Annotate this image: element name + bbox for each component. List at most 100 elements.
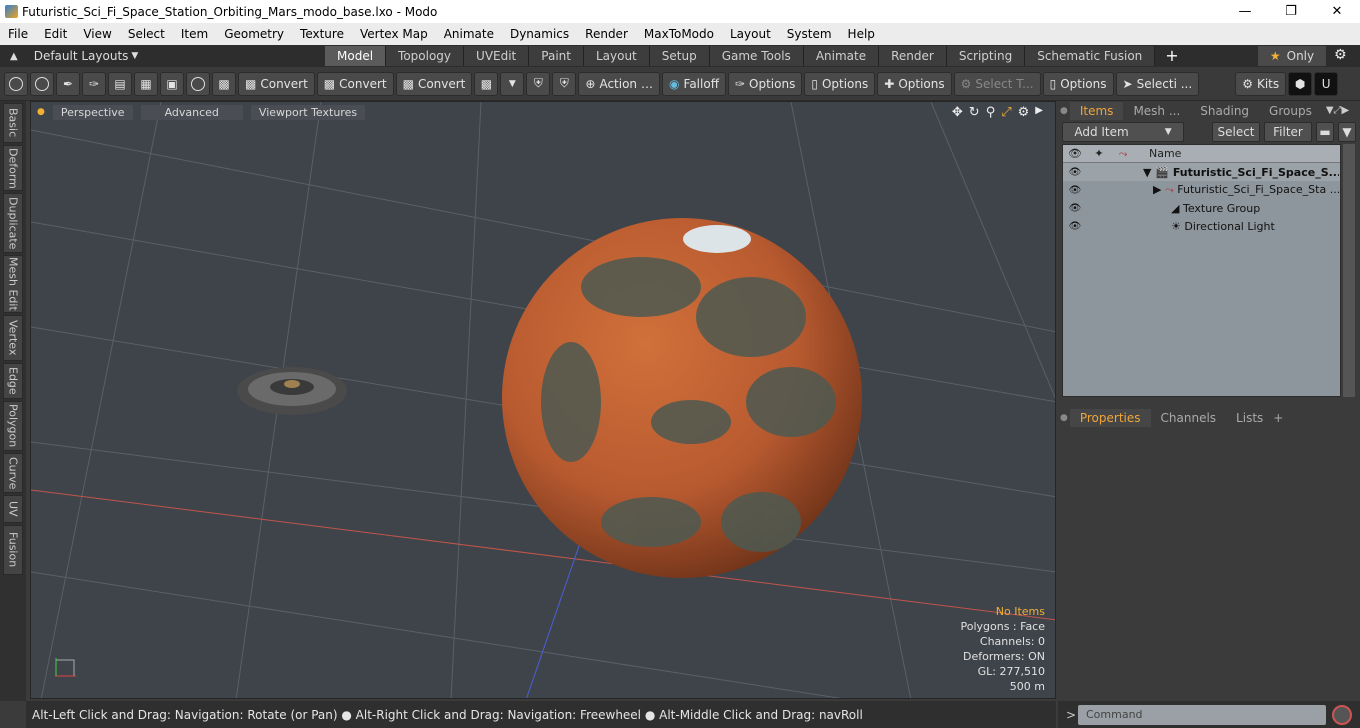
menu-dynamics[interactable]: Dynamics [502, 27, 577, 41]
eye-icon[interactable]: 👁 [1063, 221, 1087, 232]
item-list-scrollbar[interactable] [1343, 144, 1355, 397]
gear-icon[interactable]: ⚙ [1018, 105, 1030, 120]
list-item[interactable]: 👁 ▶ ⤳ Futuristic_Sci_Fi_Space_Sta ... [1063, 181, 1340, 199]
vtab-fusion[interactable]: Fusion [3, 525, 23, 575]
vtab-deform[interactable]: Deform [3, 145, 23, 191]
eye-icon[interactable]: 👁 [1063, 167, 1087, 178]
vtab-basic[interactable]: Basic [3, 103, 23, 143]
tab-shading[interactable]: Shading [1190, 102, 1259, 120]
menu-help[interactable]: Help [840, 27, 883, 41]
tab-lists[interactable]: Lists [1226, 409, 1273, 427]
select-button[interactable]: Select [1212, 122, 1260, 142]
list-item[interactable]: 👁 ◢ Texture Group [1063, 199, 1340, 217]
advanced-button[interactable]: Advanced [140, 104, 243, 120]
vertex-mode-button[interactable] [4, 71, 28, 96]
menu-render[interactable]: Render [577, 27, 636, 41]
menu-maxtomodo[interactable]: MaxToModo [636, 27, 722, 41]
tab-groups[interactable]: Groups [1259, 102, 1322, 120]
menu-edit[interactable]: Edit [36, 27, 75, 41]
kits-button[interactable]: ⚙ Kits [1235, 71, 1287, 96]
vtab-uv[interactable]: UV [3, 495, 23, 523]
only-toggle[interactable]: ★ Only [1258, 46, 1326, 66]
filter-button[interactable]: Filter [1264, 122, 1312, 142]
menu-select[interactable]: Select [120, 27, 173, 41]
list-item[interactable]: 👁 ▼ 🎬 Futuristic_Sci_Fi_Space_S... [1063, 163, 1340, 181]
menu-view[interactable]: View [75, 27, 119, 41]
menu-vertex-map[interactable]: Vertex Map [352, 27, 436, 41]
tab-animate[interactable]: Animate [803, 46, 880, 66]
panel-menu-icon[interactable]: ▼⤢▶ [1326, 102, 1349, 120]
default-layouts-dropdown[interactable]: Default Layouts [34, 49, 129, 63]
polygon-mode-button[interactable]: ▦ [134, 71, 158, 96]
workplane-button[interactable]: ⛨ [552, 71, 577, 96]
tab-scripting[interactable]: Scripting [946, 46, 1026, 66]
command-input[interactable]: Command [1078, 704, 1326, 725]
arrow-right-icon[interactable]: ▶ [1035, 105, 1043, 120]
tab-game-tools[interactable]: Game Tools [709, 46, 804, 66]
eye-icon[interactable]: 👁 [1063, 203, 1087, 214]
collapse-icon[interactable]: ▲ [10, 51, 18, 62]
globe-button[interactable] [30, 71, 54, 96]
space-station-model[interactable] [237, 367, 347, 415]
minimize-button[interactable]: — [1222, 0, 1268, 23]
tab-items[interactable]: Items [1069, 102, 1124, 120]
tab-channels[interactable]: Channels [1151, 409, 1227, 427]
vtab-duplicate[interactable]: Duplicate [3, 193, 23, 253]
tab-topology[interactable]: Topology [386, 46, 465, 66]
convert-button-3[interactable]: ▩ Convert [395, 71, 473, 96]
menu-system[interactable]: System [779, 27, 840, 41]
convert-button-2[interactable]: ▩ Convert [316, 71, 394, 96]
list-options-button[interactable]: ▬ [1316, 122, 1334, 142]
tab-schematic-fusion[interactable]: Schematic Fusion [1025, 46, 1156, 66]
move-icon[interactable]: ✥ [952, 105, 963, 120]
pen-tool-button[interactable]: ✒ [56, 71, 80, 96]
brush-tool-button[interactable]: ✑ [82, 71, 106, 96]
zoom-icon[interactable]: ⚲ [986, 105, 996, 120]
tab-properties[interactable]: Properties [1069, 409, 1151, 427]
material-mode-button[interactable] [186, 71, 210, 96]
cube-button[interactable]: ▩ [212, 71, 236, 96]
gear-icon[interactable]: ⚙ [1334, 47, 1347, 63]
perspective-button[interactable]: Perspective [52, 104, 133, 120]
select-through-button[interactable]: ⚙ Select T... [953, 71, 1041, 96]
vtab-mesh-edit[interactable]: Mesh Edit [3, 255, 23, 313]
options-button-3[interactable]: ✚ Options [877, 71, 952, 96]
tab-uvedit[interactable]: UVEdit [464, 46, 530, 66]
vtab-curve[interactable]: Curve [3, 453, 23, 493]
viewport-textures-button[interactable]: Viewport Textures [250, 104, 366, 120]
convert-button-1[interactable]: ▩ Convert [238, 71, 315, 96]
menu-geometry[interactable]: Geometry [216, 27, 292, 41]
add-item-button[interactable]: Add Item ▼ [1062, 122, 1184, 142]
maximize-icon[interactable]: ⤢ [1001, 105, 1011, 120]
edge-mode-button[interactable]: ▤ [108, 71, 132, 96]
maximize-button[interactable]: ❐ [1268, 0, 1314, 23]
tab-mesh[interactable]: Mesh ... [1123, 102, 1190, 120]
3d-viewport[interactable]: ● Perspective Advanced Viewport Textures… [30, 101, 1056, 699]
unity-button[interactable]: ⬢ [1288, 71, 1313, 96]
options-button-2[interactable]: ▯ Options [804, 71, 876, 96]
action-center-button[interactable]: ⊕ Action… [578, 71, 661, 96]
tab-model[interactable]: Model [325, 46, 387, 66]
eye-icon[interactable]: 👁 [1063, 185, 1087, 196]
menu-texture[interactable]: Texture [292, 27, 352, 41]
unreal-button[interactable]: U [1314, 71, 1339, 96]
vtab-edge[interactable]: Edge [3, 363, 23, 399]
record-icon[interactable] [1332, 704, 1352, 725]
options-button-1[interactable]: ✑ Options [727, 71, 803, 96]
falloff-button[interactable]: ◉ Falloff [662, 71, 726, 96]
add-tab-button[interactable]: + [1155, 46, 1188, 66]
list-item[interactable]: 👁 ☀ Directional Light [1063, 217, 1340, 235]
menu-item[interactable]: Item [173, 27, 216, 41]
selection-button[interactable]: ➤ Selecti ... [1115, 71, 1200, 96]
menu-animate[interactable]: Animate [436, 27, 502, 41]
menu-file[interactable]: File [0, 27, 36, 41]
options-button-4[interactable]: ▯ Options [1042, 71, 1114, 96]
rotate-icon[interactable]: ↻ [969, 105, 980, 120]
tab-setup[interactable]: Setup [649, 46, 710, 66]
item-mode-button[interactable]: ▣ [160, 71, 184, 96]
close-button[interactable]: ✕ [1314, 0, 1360, 23]
tab-paint[interactable]: Paint [529, 46, 584, 66]
menu-layout[interactable]: Layout [722, 27, 779, 41]
vtab-vertex[interactable]: Vertex [3, 315, 23, 361]
vtab-polygon[interactable]: Polygon [3, 401, 23, 451]
